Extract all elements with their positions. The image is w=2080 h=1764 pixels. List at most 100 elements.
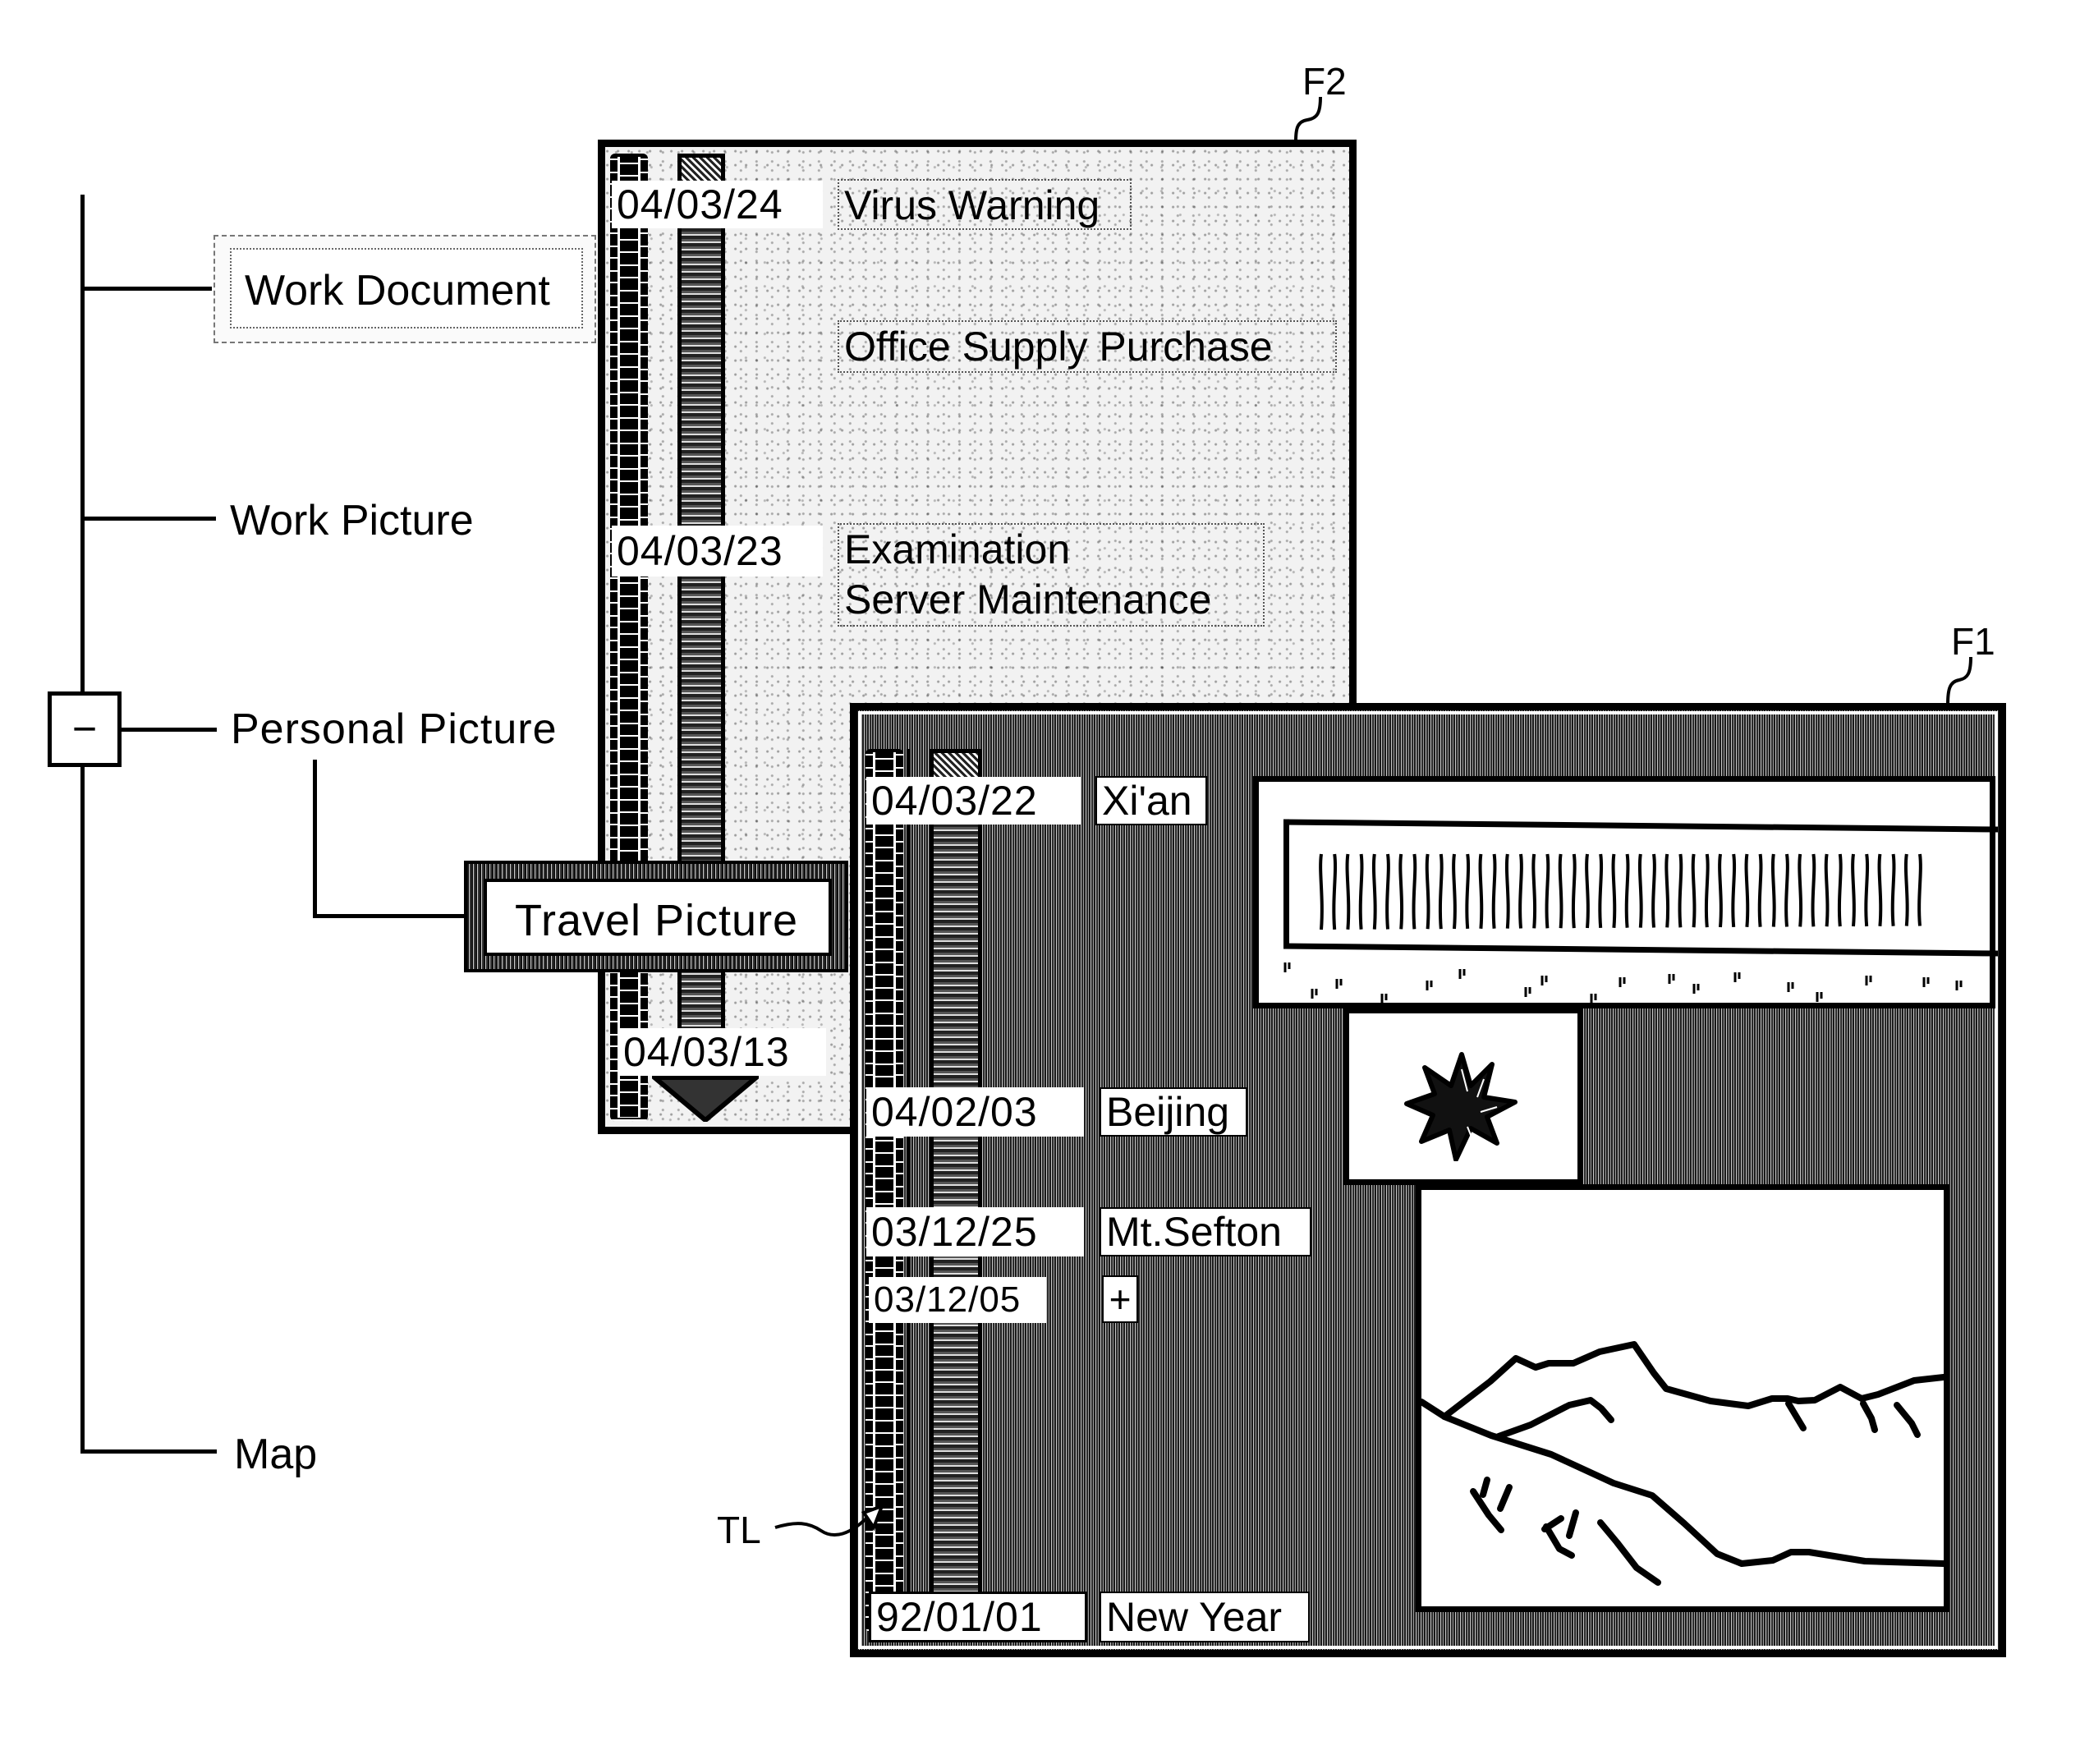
tree-branch-line: [80, 1449, 217, 1454]
gate-column-stroke: [1678, 853, 1683, 928]
gate-column-stroke: [1651, 853, 1656, 928]
tree-item-travel-picture[interactable]: Travel Picture: [464, 861, 848, 972]
gate-column-stroke: [1558, 853, 1563, 929]
gate-column-stroke: [1412, 853, 1417, 930]
tree-item-personal-picture[interactable]: Personal Picture: [231, 708, 558, 751]
gate-column-stroke: [1371, 853, 1377, 930]
gate-column-stroke: [1478, 853, 1484, 929]
gate-column-stroke: [1385, 853, 1390, 930]
mountain-picture[interactable]: [1416, 1184, 1949, 1612]
gate-column-stroke: [1518, 853, 1523, 929]
entry-title: Beijing: [1106, 1088, 1230, 1135]
gate-column-stroke: [1917, 853, 1922, 926]
timeline-ruler[interactable]: [610, 154, 648, 1121]
gate-column-stroke: [1571, 853, 1577, 929]
date-label: 04/03/22: [866, 777, 1081, 825]
date-label: 04/02/03: [866, 1087, 1084, 1137]
leader-arrow-icon: [774, 1503, 885, 1537]
gate-column-stroke: [1691, 853, 1697, 928]
gate-column-stroke: [1398, 853, 1404, 930]
leader-curve-icon: [1294, 97, 1322, 142]
gate-column-stroke: [1531, 853, 1537, 929]
entry-title-box[interactable]: Beijing: [1100, 1087, 1247, 1137]
gate-column-stroke: [1637, 853, 1643, 928]
gate-column-stroke: [1837, 853, 1843, 927]
expand-plus-button[interactable]: +: [1102, 1275, 1138, 1323]
gate-column-stroke: [1358, 853, 1364, 930]
entry-title-box[interactable]: Xi'an: [1095, 776, 1207, 825]
timeline-reference-label: TL: [717, 1509, 761, 1551]
gate-column-stroke: [1890, 853, 1896, 926]
gate-column-stroke: [1770, 853, 1776, 927]
entry-title-box[interactable]: Mt.Sefton: [1100, 1207, 1311, 1256]
entry-title: New Year: [1106, 1593, 1283, 1640]
tree-branch-line: [80, 287, 212, 291]
gate-column-stroke: [1811, 853, 1816, 927]
down-triangle-icon[interactable]: [652, 1076, 759, 1122]
gate-column-stroke: [1491, 853, 1497, 929]
grass-marks-drawing: [1283, 962, 1963, 1004]
entry-title: Xi'an: [1102, 777, 1192, 824]
gate-column-stroke: [1824, 853, 1830, 927]
entry-title: Mt.Sefton: [1106, 1208, 1282, 1255]
leader-curve-icon: [1946, 657, 1972, 705]
date-label: 03/12/25: [866, 1207, 1084, 1256]
entry-title: Office Supply Purchase: [844, 324, 1273, 370]
tree-branch-line: [122, 728, 217, 732]
entry-title: Virus Warning: [844, 182, 1100, 228]
tree-branch-line: [80, 517, 216, 521]
gate-columns-drawing: [1319, 853, 1922, 930]
gate-column-stroke: [1319, 853, 1324, 930]
gate-column-stroke: [1504, 853, 1510, 929]
date-label: 03/12/05: [869, 1277, 1046, 1323]
gate-column-stroke: [1851, 853, 1856, 927]
timeline-scrollbar[interactable]: [930, 749, 982, 1622]
entry-title-box[interactable]: Virus Warning: [838, 179, 1132, 230]
tree-item-work-document[interactable]: Work Document: [214, 235, 596, 343]
gate-column-stroke: [1744, 853, 1750, 927]
gate-column-stroke: [1757, 853, 1763, 927]
gate-column-stroke: [1664, 853, 1670, 928]
date-label: 04/03/13: [618, 1028, 826, 1076]
date-label: 92/01/01: [869, 1592, 1087, 1642]
entry-title: Server Maintenance: [844, 577, 1212, 622]
tree-sub-branch-line: [313, 760, 317, 918]
gate-column-stroke: [1345, 853, 1351, 930]
collapse-toggle-button[interactable]: −: [48, 691, 122, 767]
gate-column-stroke: [1798, 853, 1803, 927]
gate-column-stroke: [1545, 853, 1550, 929]
minus-icon: −: [71, 705, 98, 753]
gate-column-stroke: [1903, 853, 1909, 926]
gate-column-stroke: [1718, 853, 1723, 928]
gate-column-stroke: [1438, 853, 1444, 930]
tree-item-map[interactable]: Map: [234, 1433, 317, 1476]
gate-column-stroke: [1611, 853, 1617, 928]
gate-column-stroke: [1425, 853, 1430, 930]
tree-sub-branch-line: [313, 914, 466, 918]
flower-picture[interactable]: [1343, 1008, 1583, 1185]
tree-trunk-line: [80, 195, 85, 1454]
gate-column-stroke: [1784, 853, 1789, 927]
gate-column-stroke: [1731, 853, 1737, 928]
tree-item-work-picture[interactable]: Work Picture: [230, 499, 474, 542]
entry-title-box[interactable]: Office Supply Purchase: [838, 320, 1337, 373]
plus-icon: +: [1109, 1277, 1132, 1321]
timeline-ruler[interactable]: [866, 749, 903, 1632]
gate-column-stroke: [1452, 853, 1457, 930]
gate-column-stroke: [1332, 853, 1338, 930]
date-label: 04/03/24: [612, 181, 823, 228]
mountain-drawing: [1421, 1341, 1944, 1586]
gate-column-stroke: [1598, 853, 1604, 929]
entry-title: Examination: [844, 526, 1071, 572]
entry-title-box[interactable]: New Year: [1100, 1592, 1310, 1642]
tree-item-label: Travel Picture: [515, 896, 799, 945]
gate-column-stroke: [1465, 853, 1471, 930]
entry-title-box[interactable]: Examination Server Maintenance: [838, 523, 1265, 627]
panorama-gate-picture[interactable]: [1253, 776, 1998, 1008]
window-f1-travel-picture: 04/03/22 Xi'an 04/02/03 Beijing 03/12/25…: [850, 703, 2006, 1657]
window-f2-reference-label: F2: [1302, 60, 1347, 103]
date-label: 04/03/23: [612, 526, 823, 577]
gate-column-stroke: [1585, 853, 1590, 929]
tree-item-label: Work Document: [245, 267, 550, 315]
gate-column-stroke: [1864, 853, 1870, 927]
